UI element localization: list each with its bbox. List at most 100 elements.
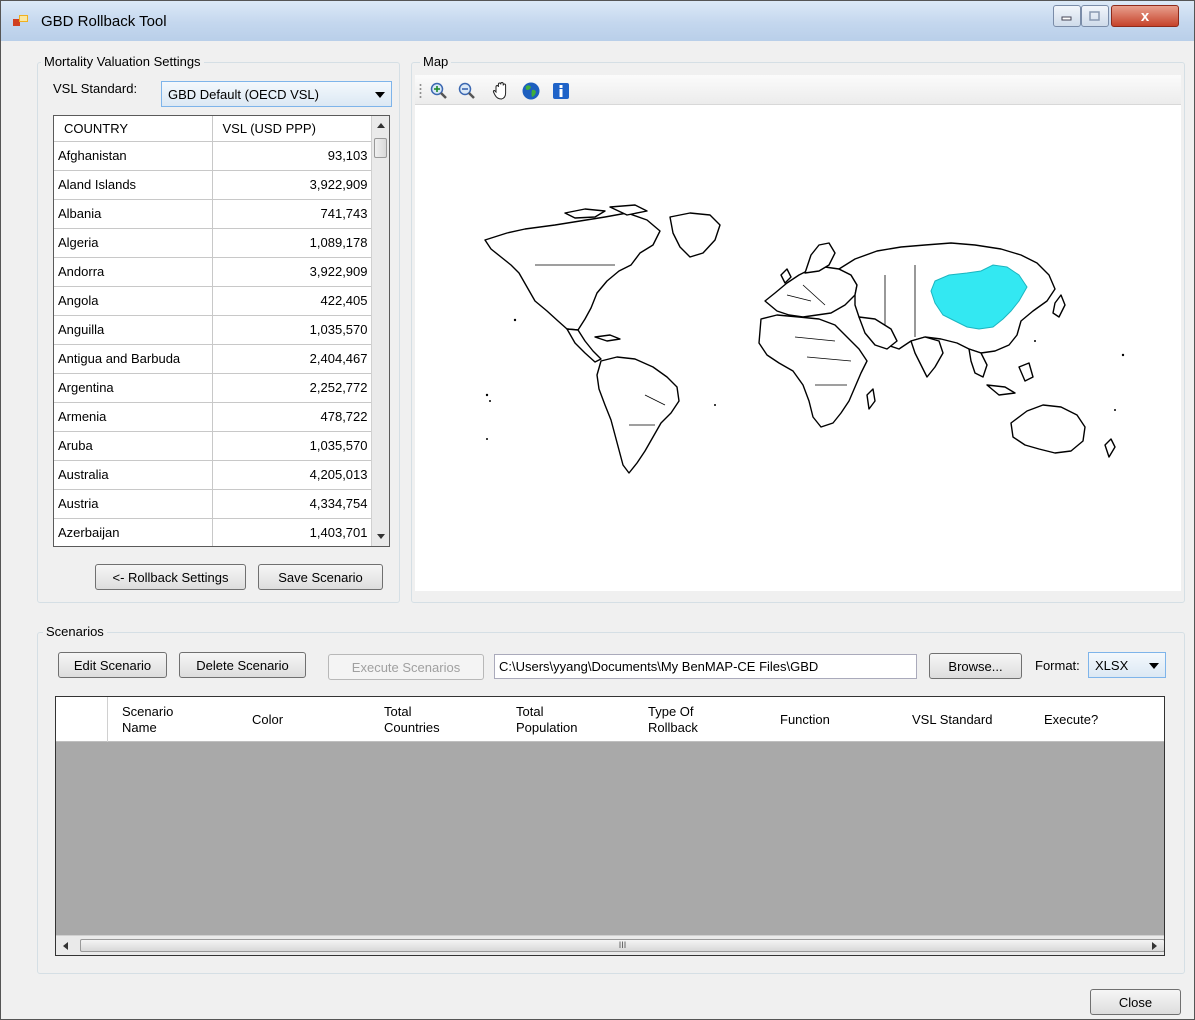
table-row[interactable]: Anguilla 1,035,570 [54, 315, 373, 345]
southeast-asia-shape [968, 348, 1034, 396]
vsl-table[interactable]: COUNTRY VSL (USD PPP) Afghanistan 93,103 A… [53, 115, 390, 547]
scroll-down-icon[interactable] [377, 534, 385, 539]
full-extent-globe-icon [522, 82, 540, 100]
close-icon: x [1140, 7, 1150, 25]
maximize-button[interactable] [1081, 5, 1109, 27]
country-cell[interactable]: Australia [54, 460, 213, 490]
column-header-scenario-name[interactable]: Scenario Name [110, 697, 230, 742]
table-row[interactable]: Armenia 478,722 [54, 402, 373, 432]
country-cell[interactable]: Argentina [54, 373, 213, 403]
app-icon [13, 15, 28, 26]
delete-scenario-button[interactable]: Delete Scenario [179, 652, 306, 678]
vsl-value-cell[interactable]: 4,205,013 [212, 460, 373, 490]
info-button[interactable] [551, 81, 571, 101]
full-extent-button[interactable] [521, 81, 541, 101]
country-cell[interactable]: Antigua and Barbuda [54, 344, 213, 374]
format-label: Format: [1035, 658, 1080, 673]
table-row[interactable]: Aland Islands 3,922,909 [54, 170, 373, 200]
scroll-up-icon[interactable] [377, 123, 385, 128]
info-icon [553, 83, 569, 99]
execute-scenarios-button[interactable]: Execute Scenarios [328, 654, 484, 680]
vsl-value-cell[interactable]: 1,035,570 [212, 431, 373, 461]
vsl-standard-label: VSL Standard: [53, 81, 138, 96]
vsl-value-cell[interactable]: 741,743 [212, 199, 373, 229]
scenarios-horizontal-scrollbar[interactable]: III [56, 935, 1164, 955]
valuation-group-label: Mortality Valuation Settings [41, 54, 204, 69]
country-cell[interactable]: Albania [54, 199, 213, 229]
browse-button[interactable]: Browse... [929, 653, 1022, 679]
app-window: GBD Rollback Tool x Mortality Valuation … [0, 0, 1195, 1020]
table-row[interactable]: Antigua and Barbuda 2,404,467 [54, 344, 373, 374]
scenarios-grid[interactable]: Scenario Name Color Total Countries Total P… [55, 696, 1165, 956]
column-header-vsl[interactable]: VSL (USD PPP) [212, 116, 373, 142]
scroll-thumb[interactable]: III [80, 939, 1164, 952]
vsl-value-cell[interactable]: 422,405 [212, 286, 373, 316]
madagascar-shape [866, 388, 876, 410]
vsl-value-cell[interactable]: 4,334,754 [212, 489, 373, 519]
column-header-country[interactable]: COUNTRY [54, 116, 213, 142]
vsl-value-cell[interactable]: 1,403,701 [212, 518, 373, 546]
pan-button[interactable] [491, 81, 511, 101]
close-button[interactable]: Close [1090, 989, 1181, 1015]
table-row[interactable]: Andorra 3,922,909 [54, 257, 373, 287]
country-cell[interactable]: Afghanistan [54, 141, 213, 171]
format-dropdown[interactable]: XLSX [1088, 652, 1166, 678]
scroll-left-icon[interactable] [63, 942, 68, 950]
vsl-value-cell[interactable]: 1,089,178 [212, 228, 373, 258]
minimize-button[interactable] [1053, 5, 1081, 27]
scroll-grip: III [618, 940, 627, 950]
australia-shape [1010, 404, 1086, 454]
country-cell[interactable]: Anguilla [54, 315, 213, 345]
vsl-standard-dropdown[interactable]: GBD Default (OECD VSL) [161, 81, 392, 107]
vsl-value-cell[interactable]: 93,103 [212, 141, 373, 171]
country-cell[interactable]: Andorra [54, 257, 213, 287]
title-bar[interactable]: GBD Rollback Tool x [1, 1, 1194, 41]
vsl-value-cell[interactable]: 2,404,467 [212, 344, 373, 374]
column-header-color[interactable]: Color [240, 697, 370, 742]
toolbar-grip [419, 84, 422, 98]
column-header-vsl-standard[interactable]: VSL Standard [900, 697, 1030, 742]
vsl-value-cell[interactable]: 3,922,909 [212, 170, 373, 200]
column-header-total-countries[interactable]: Total Countries [372, 697, 502, 742]
table-row[interactable]: Austria 4,334,754 [54, 489, 373, 519]
country-cell[interactable]: Algeria [54, 228, 213, 258]
vsl-value-cell[interactable]: 3,922,909 [212, 257, 373, 287]
map-canvas[interactable] [415, 105, 1181, 591]
table-row[interactable]: Aruba 1,035,570 [54, 431, 373, 461]
chevron-down-icon [1149, 663, 1159, 669]
map-group-label: Map [420, 54, 452, 69]
table-row[interactable]: Algeria 1,089,178 [54, 228, 373, 258]
scenarios-grid-header: Scenario Name Color Total Countries Total P… [56, 697, 1164, 742]
table-row[interactable]: Albania 741,743 [54, 199, 373, 229]
column-header-execute[interactable]: Execute? [1032, 697, 1162, 742]
column-header-function[interactable]: Function [768, 697, 898, 742]
save-scenario-button[interactable]: Save Scenario [258, 564, 383, 590]
country-cell[interactable]: Austria [54, 489, 213, 519]
edit-scenario-button[interactable]: Edit Scenario [58, 652, 167, 678]
scroll-right-icon[interactable] [1152, 942, 1157, 950]
vsl-table-scrollbar[interactable] [371, 116, 389, 546]
rollback-settings-button[interactable]: <- Rollback Settings [95, 564, 246, 590]
column-header-rollback-type[interactable]: Type Of Rollback [636, 697, 766, 742]
scroll-thumb[interactable] [374, 138, 387, 158]
table-row[interactable]: Angola 422,405 [54, 286, 373, 316]
vsl-value-cell[interactable]: 478,722 [212, 402, 373, 432]
vsl-value-cell[interactable]: 2,252,772 [212, 373, 373, 403]
column-header-total-population[interactable]: Total Population [504, 697, 634, 742]
zoom-out-button[interactable] [457, 81, 477, 101]
africa-shape [758, 314, 868, 428]
table-row[interactable]: Afghanistan 93,103 [54, 141, 373, 171]
country-cell[interactable]: Aruba [54, 431, 213, 461]
output-path-field[interactable]: C:\Users\yyang\Documents\My BenMAP-CE Fi… [494, 654, 917, 679]
close-window-button[interactable]: x [1111, 5, 1179, 27]
zoom-in-button[interactable] [429, 81, 449, 101]
vsl-value-cell[interactable]: 1,035,570 [212, 315, 373, 345]
country-cell[interactable]: Azerbaijan [54, 518, 213, 546]
country-cell[interactable]: Aland Islands [54, 170, 213, 200]
table-row[interactable]: Argentina 2,252,772 [54, 373, 373, 403]
table-row[interactable]: Azerbaijan 1,403,701 [54, 518, 373, 546]
chevron-down-icon [375, 92, 385, 98]
country-cell[interactable]: Armenia [54, 402, 213, 432]
table-row[interactable]: Australia 4,205,013 [54, 460, 373, 490]
country-cell[interactable]: Angola [54, 286, 213, 316]
